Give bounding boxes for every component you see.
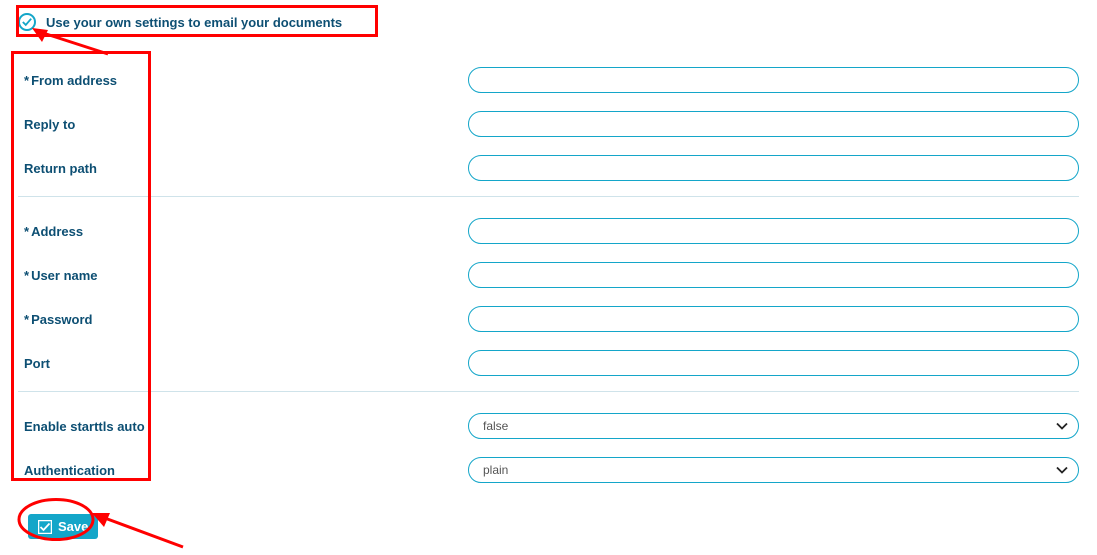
password-input[interactable] [468, 306, 1079, 332]
check-icon [38, 520, 52, 534]
return-path-input[interactable] [468, 155, 1079, 181]
enable-starttls-label: Enable starttls auto [18, 419, 468, 434]
from-address-label: From address [18, 73, 468, 88]
address-input[interactable] [468, 218, 1079, 244]
save-button-label: Save [58, 519, 88, 534]
password-label: Password [18, 312, 468, 327]
enable-starttls-select[interactable]: false [468, 413, 1079, 439]
annotation-arrow [88, 507, 188, 549]
port-label: Port [18, 356, 468, 371]
save-button[interactable]: Save [28, 514, 98, 539]
reply-to-label: Reply to [18, 117, 468, 132]
return-path-label: Return path [18, 161, 468, 176]
use-own-settings-label: Use your own settings to email your docu… [46, 15, 342, 30]
authentication-select[interactable]: plain [468, 457, 1079, 483]
user-name-input[interactable] [468, 262, 1079, 288]
from-address-input[interactable] [468, 67, 1079, 93]
divider [18, 196, 1079, 197]
reply-to-input[interactable] [468, 111, 1079, 137]
address-label: Address [18, 224, 468, 239]
port-input[interactable] [468, 350, 1079, 376]
check-icon [22, 17, 32, 27]
authentication-label: Authentication [18, 463, 468, 478]
user-name-label: User name [18, 268, 468, 283]
divider [18, 391, 1079, 392]
use-own-settings-checkbox[interactable] [18, 13, 36, 31]
